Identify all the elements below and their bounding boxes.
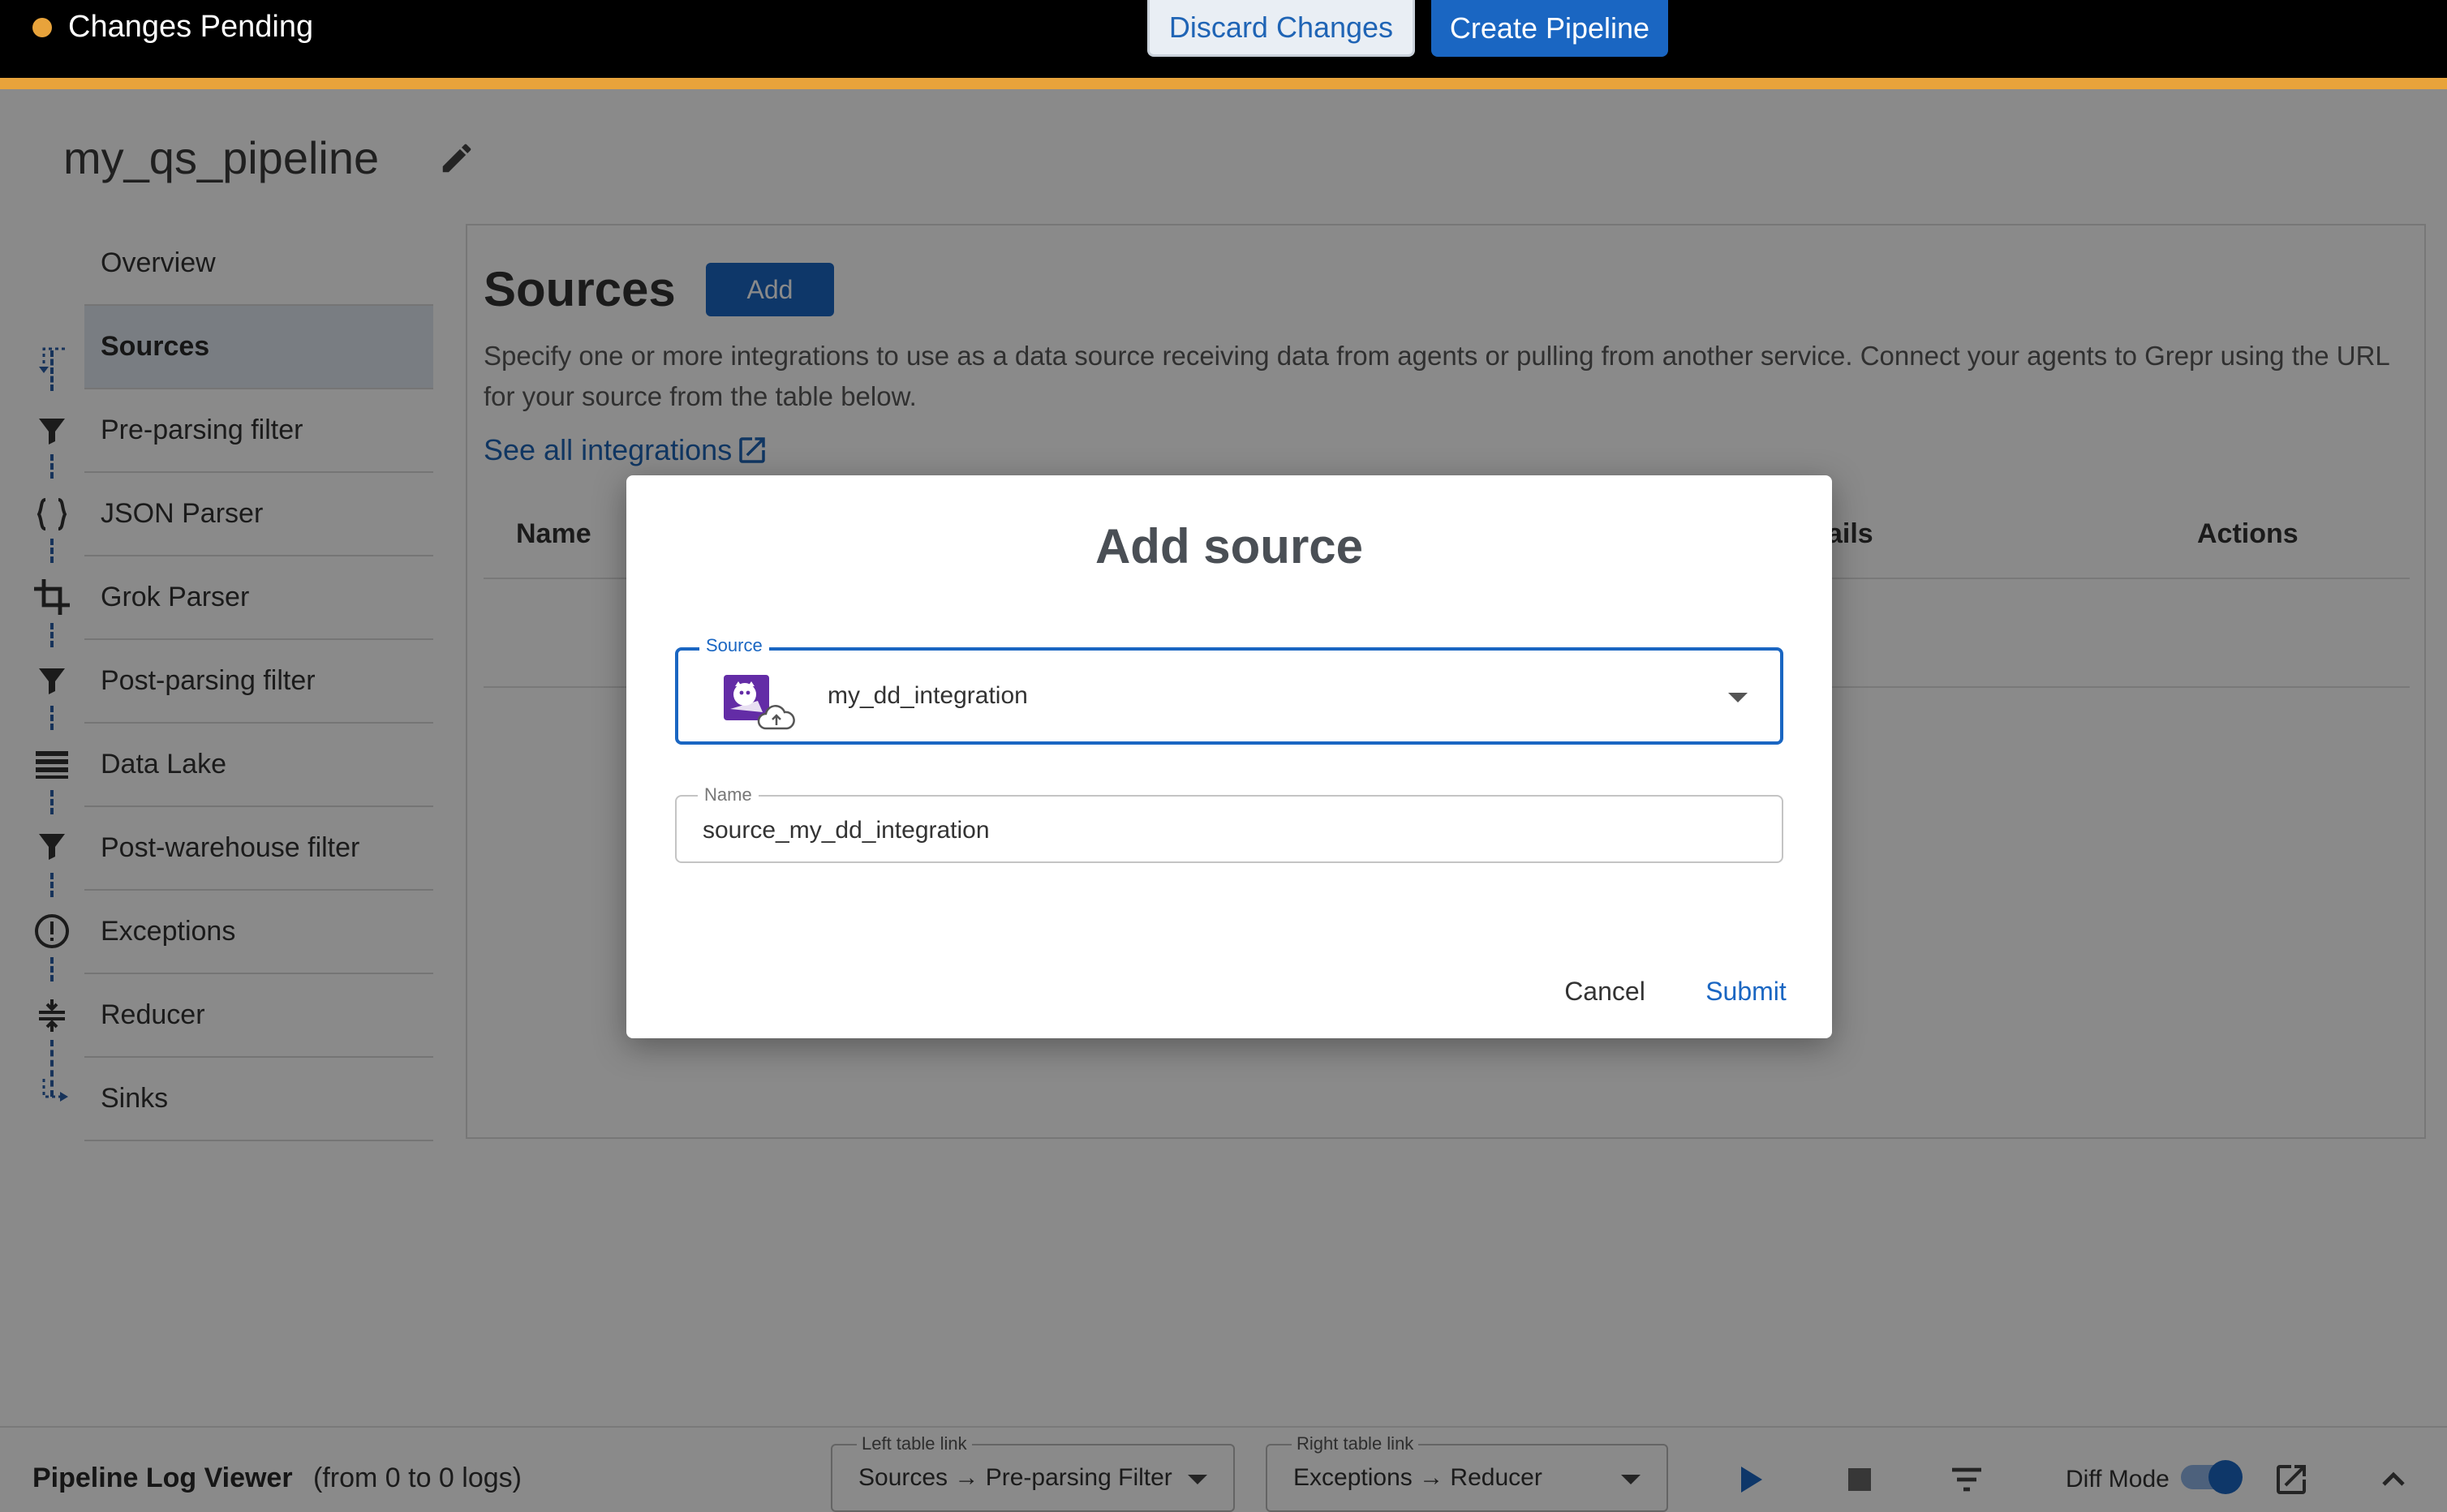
- add-source-dialog: Add source Source my_dd_integration Name…: [626, 475, 1832, 1038]
- cancel-button[interactable]: Cancel: [1540, 965, 1670, 1017]
- top-bar-accent: [0, 78, 2447, 89]
- create-pipeline-button[interactable]: Create Pipeline: [1431, 0, 1668, 57]
- discard-changes-button[interactable]: Discard Changes: [1147, 0, 1415, 57]
- source-select[interactable]: Source my_dd_integration: [675, 634, 1783, 745]
- name-field-label: Name: [698, 784, 759, 806]
- name-input[interactable]: [703, 814, 1676, 847]
- dialog-title: Add source: [1094, 519, 1364, 573]
- source-select-label: Source: [699, 634, 769, 657]
- name-field[interactable]: Name: [675, 784, 1783, 863]
- submit-button[interactable]: Submit: [1681, 965, 1811, 1017]
- status-dot: [32, 18, 52, 37]
- cloud-upload-icon: [757, 705, 795, 730]
- top-bar: Changes Pending Discard Changes Create P…: [0, 0, 2447, 78]
- status-text: Changes Pending: [68, 10, 314, 44]
- source-select-value: my_dd_integration: [828, 682, 1028, 709]
- chevron-down-icon[interactable]: [1728, 693, 1748, 702]
